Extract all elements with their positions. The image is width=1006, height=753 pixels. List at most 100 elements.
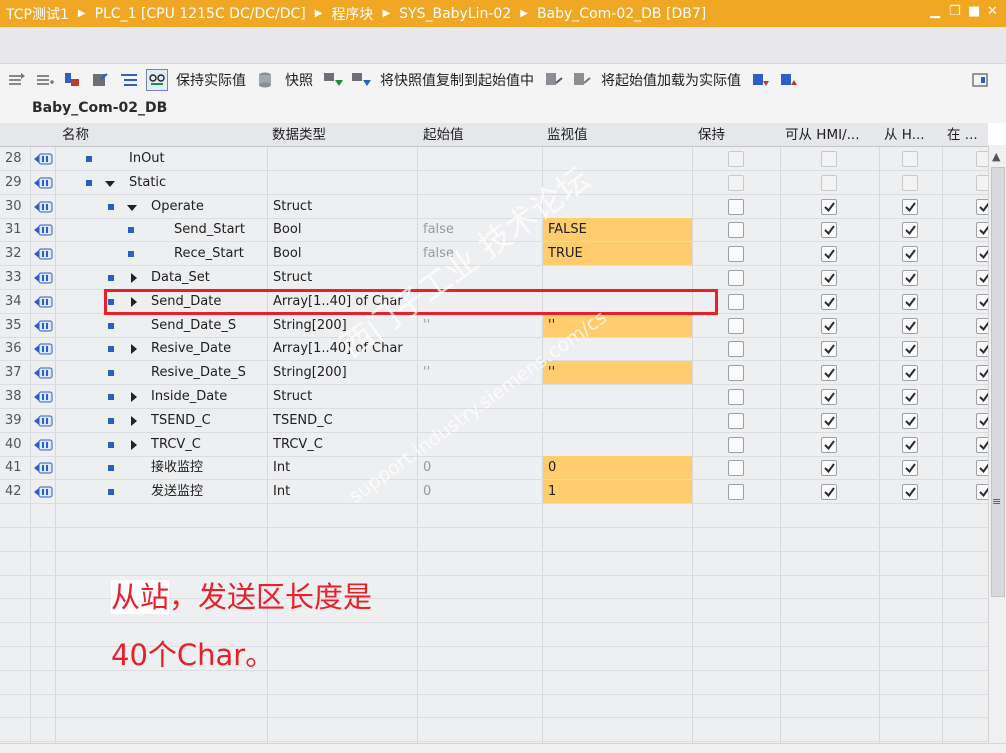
collapse-arrow-icon[interactable] — [105, 180, 115, 187]
table-row[interactable]: 28 InOut — [0, 147, 988, 171]
row-datatype[interactable]: String[200] — [273, 361, 347, 385]
table-row[interactable]: 29 Static — [0, 171, 988, 195]
row-datatype[interactable]: TSEND_C — [273, 409, 333, 433]
setpoint-checkbox[interactable] — [976, 341, 988, 358]
row-name[interactable]: Send_Date_S — [151, 314, 236, 338]
retain-checkbox[interactable] — [728, 293, 744, 310]
retain-checkbox[interactable] — [728, 174, 744, 191]
row-name[interactable]: Rece_Start — [174, 242, 244, 266]
hmi-accessible-checkbox[interactable] — [821, 365, 837, 382]
row-monitor-value[interactable] — [543, 195, 692, 219]
row-datatype[interactable]: Bool — [273, 242, 301, 266]
row-monitor-value[interactable] — [543, 171, 692, 195]
row-name[interactable]: Resive_Date — [151, 337, 231, 361]
setpoint-checkbox[interactable] — [976, 460, 988, 477]
retain-checkbox[interactable] — [728, 436, 744, 453]
row-start-value[interactable]: '' — [423, 314, 430, 338]
column-header-from-hmi[interactable]: 从 H... — [884, 123, 940, 147]
table-row[interactable]: 36 Resive_Date Array[1..40] of Char — [0, 337, 988, 362]
settings-icon[interactable] — [970, 69, 992, 91]
row-name[interactable]: Static — [129, 171, 166, 195]
row-name[interactable]: TRCV_C — [151, 433, 201, 457]
expand-arrow-icon[interactable] — [131, 344, 137, 355]
row-monitor-value[interactable]: FALSE — [543, 218, 692, 243]
copy-snapshot-icon-2[interactable] — [350, 69, 372, 91]
column-header-datatype[interactable]: 数据类型 — [272, 123, 326, 147]
row-datatype[interactable]: Struct — [273, 385, 312, 409]
retain-checkbox[interactable] — [728, 317, 744, 334]
column-header-monitor-value[interactable]: 监视值 — [547, 123, 588, 147]
table-row[interactable]: 39 TSEND_C TSEND_C — [0, 409, 988, 433]
hmi-visible-checkbox[interactable] — [902, 389, 918, 405]
hmi-visible-checkbox[interactable] — [902, 317, 918, 334]
breadcrumb-project[interactable]: TCP测试1 — [6, 4, 69, 24]
collapse-all-icon[interactable] — [90, 69, 112, 91]
hmi-accessible-checkbox[interactable] — [821, 293, 837, 310]
hmi-accessible-checkbox[interactable] — [821, 412, 837, 429]
row-start-value[interactable]: false — [423, 242, 454, 266]
row-name[interactable]: Operate — [151, 195, 204, 219]
row-monitor-value[interactable]: 0 — [543, 456, 692, 481]
row-start-value[interactable]: false — [423, 218, 454, 242]
retain-checkbox[interactable] — [728, 198, 744, 215]
hmi-visible-checkbox[interactable] — [902, 270, 918, 286]
table-row[interactable]: 41 接收监控 Int 0 0 — [0, 456, 988, 481]
row-start-value[interactable]: 0 — [423, 480, 431, 504]
close-icon[interactable]: ✕ — [987, 4, 998, 19]
retain-checkbox[interactable] — [728, 365, 744, 382]
retain-checkbox[interactable] — [728, 341, 744, 358]
setpoint-checkbox[interactable] — [976, 389, 988, 405]
row-monitor-value[interactable]: TRUE — [543, 242, 692, 267]
row-monitor-value[interactable] — [543, 266, 692, 290]
row-name[interactable]: Resive_Date_S — [151, 361, 246, 385]
column-header-start-value[interactable]: 起始值 — [423, 123, 464, 147]
expand-arrow-icon[interactable] — [131, 415, 137, 426]
keep-actual-values-button[interactable]: 保持实际值 — [176, 70, 246, 90]
setpoint-checkbox[interactable] — [976, 293, 988, 310]
load-start-icon[interactable] — [543, 69, 565, 91]
breadcrumb-plc[interactable]: PLC_1 [CPU 1215C DC/DC/DC] — [95, 6, 306, 22]
row-name[interactable]: InOut — [129, 147, 165, 171]
hmi-visible-checkbox[interactable] — [902, 293, 918, 310]
setpoint-checkbox[interactable] — [976, 436, 988, 453]
column-header-retain[interactable]: 保持 — [698, 123, 725, 147]
hmi-accessible-checkbox[interactable] — [821, 341, 837, 358]
hmi-visible-checkbox[interactable] — [902, 198, 918, 215]
setpoint-checkbox[interactable] — [976, 151, 988, 167]
hmi-accessible-checkbox[interactable] — [821, 174, 837, 191]
hmi-visible-checkbox[interactable] — [902, 174, 918, 191]
hmi-visible-checkbox[interactable] — [902, 484, 918, 501]
hmi-accessible-checkbox[interactable] — [821, 484, 837, 501]
horizontal-scrollbar[interactable] — [0, 743, 1006, 753]
upload-icon[interactable] — [778, 69, 800, 91]
setpoint-checkbox[interactable] — [976, 198, 988, 215]
table-row[interactable]: 35 Send_Date_S String[200] '' '' — [0, 313, 988, 338]
row-datatype[interactable]: Int — [273, 456, 290, 480]
row-monitor-value[interactable] — [543, 385, 692, 409]
setpoint-checkbox[interactable] — [976, 412, 988, 429]
hmi-visible-checkbox[interactable] — [902, 365, 918, 382]
row-datatype[interactable]: String[200] — [273, 314, 347, 338]
row-datatype[interactable]: TRCV_C — [273, 433, 323, 457]
retain-checkbox[interactable] — [728, 222, 744, 239]
download-icon[interactable] — [750, 69, 772, 91]
row-name[interactable]: TSEND_C — [151, 409, 211, 433]
add-row-icon[interactable] — [34, 69, 56, 91]
expand-arrow-icon[interactable] — [131, 273, 137, 283]
setpoint-checkbox[interactable] — [976, 246, 988, 263]
hmi-visible-checkbox[interactable] — [902, 222, 918, 239]
column-header-hmi-access[interactable]: 可从 HMI/... — [785, 123, 877, 147]
row-monitor-value[interactable] — [543, 409, 692, 433]
expand-all-icon[interactable] — [62, 69, 84, 91]
row-datatype[interactable]: Array[1..40] of Char — [273, 337, 403, 361]
expand-arrow-icon[interactable] — [131, 439, 137, 450]
vertical-scrollbar[interactable]: ▲ ≡ — [988, 145, 1006, 743]
setpoint-checkbox[interactable] — [976, 484, 988, 501]
monitor-all-icon[interactable] — [146, 69, 168, 91]
row-name[interactable]: Inside_Date — [151, 385, 227, 409]
hmi-accessible-checkbox[interactable] — [821, 317, 837, 334]
table-row[interactable]: 31 Send_Start Bool false FALSE — [0, 218, 988, 243]
hmi-visible-checkbox[interactable] — [902, 341, 918, 358]
row-monitor-value[interactable]: '' — [543, 361, 692, 386]
hmi-accessible-checkbox[interactable] — [821, 222, 837, 239]
